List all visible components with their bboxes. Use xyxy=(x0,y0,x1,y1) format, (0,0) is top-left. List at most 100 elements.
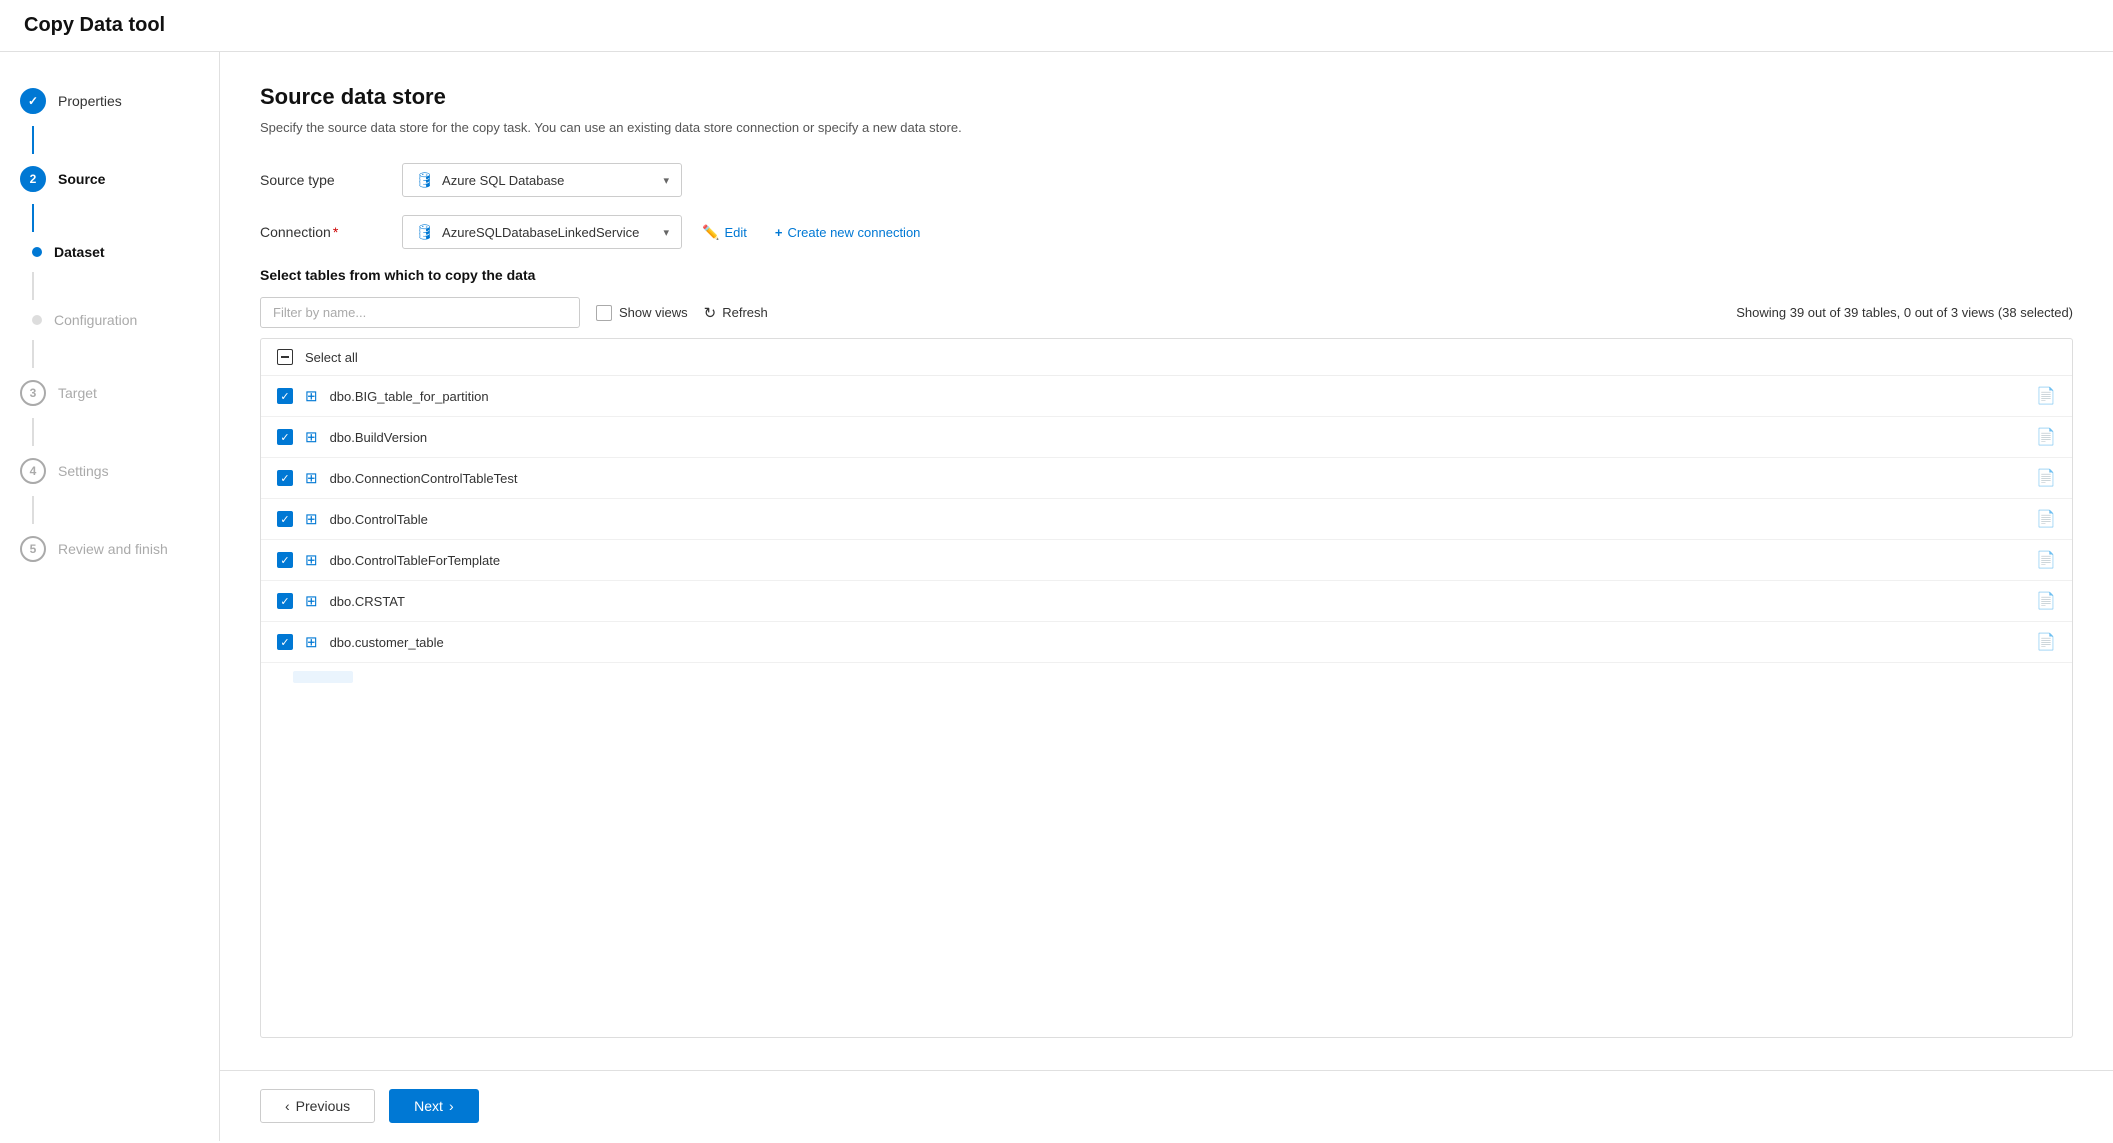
plus-icon: + xyxy=(775,225,783,240)
sidebar: ✓ Properties 2 Source Dataset Configurat… xyxy=(0,52,220,1141)
table-row[interactable]: ✓ ⊞ dbo.customer_table 📄 xyxy=(261,622,2072,663)
edit-label: Edit xyxy=(724,225,746,240)
sidebar-item-dataset[interactable]: Dataset xyxy=(0,232,219,272)
source-type-label: Source type xyxy=(260,172,390,188)
table-doc-icon-4[interactable]: 📄 xyxy=(2036,550,2056,570)
table-name-6: dbo.customer_table xyxy=(330,635,2025,650)
table-grid-icon-6: ⊞ xyxy=(305,633,318,651)
select-all-label: Select all xyxy=(305,350,358,365)
create-connection-link[interactable]: + Create new connection xyxy=(767,221,929,244)
refresh-label: Refresh xyxy=(722,305,768,320)
table-doc-icon-0[interactable]: 📄 xyxy=(2036,386,2056,406)
table-grid-icon-4: ⊞ xyxy=(305,551,318,569)
table-checkbox-6[interactable]: ✓ xyxy=(277,634,293,650)
table-row[interactable]: ✓ ⊞ dbo.CRSTAT 📄 xyxy=(261,581,2072,622)
main-content: Source data store Specify the source dat… xyxy=(220,52,2113,1070)
connection-select[interactable]: 🛢 AzureSQLDatabaseLinkedService ▾ xyxy=(402,215,682,249)
table-status: Showing 39 out of 39 tables, 0 out of 3 … xyxy=(1736,305,2073,320)
table-grid-icon-5: ⊞ xyxy=(305,592,318,610)
sidebar-item-target[interactable]: 3 Target xyxy=(0,368,219,418)
sidebar-item-configuration[interactable]: Configuration xyxy=(0,300,219,340)
table-row[interactable]: ✓ ⊞ dbo.BIG_table_for_partition 📄 xyxy=(261,376,2072,417)
previous-button[interactable]: ‹ Previous xyxy=(260,1089,375,1123)
page-description: Specify the source data store for the co… xyxy=(260,120,2073,135)
show-views-checkbox[interactable] xyxy=(596,305,612,321)
sidebar-label-target: Target xyxy=(58,385,97,401)
table-doc-icon-3[interactable]: 📄 xyxy=(2036,509,2056,529)
prev-arrow-icon: ‹ xyxy=(285,1098,290,1114)
tables-list: Select all ✓ ⊞ dbo.BIG_table_for_partiti… xyxy=(260,338,2073,1038)
table-checkbox-0[interactable]: ✓ xyxy=(277,388,293,404)
connector-6 xyxy=(32,496,34,524)
table-name-5: dbo.CRSTAT xyxy=(330,594,2025,609)
step-circle-properties: ✓ xyxy=(20,88,46,114)
table-toolbar: Show views ↻ Refresh Showing 39 out of 3… xyxy=(260,297,2073,328)
source-type-value: Azure SQL Database xyxy=(442,173,564,188)
step-circle-review: 5 xyxy=(20,536,46,562)
table-name-3: dbo.ControlTable xyxy=(330,512,2025,527)
next-arrow-icon: › xyxy=(449,1098,454,1114)
sidebar-item-properties[interactable]: ✓ Properties xyxy=(0,76,219,126)
table-grid-icon-3: ⊞ xyxy=(305,510,318,528)
next-button[interactable]: Next › xyxy=(389,1089,478,1123)
sidebar-label-configuration: Configuration xyxy=(54,312,137,328)
show-views-label: Show views xyxy=(619,305,688,320)
table-row[interactable]: ✓ ⊞ dbo.ControlTableForTemplate 📄 xyxy=(261,540,2072,581)
sidebar-label-dataset: Dataset xyxy=(54,244,105,260)
app-title: Copy Data tool xyxy=(0,0,2113,52)
sidebar-item-settings[interactable]: 4 Settings xyxy=(0,446,219,496)
previous-label: Previous xyxy=(296,1098,350,1114)
sidebar-item-review[interactable]: 5 Review and finish xyxy=(0,524,219,574)
step-circle-target: 3 xyxy=(20,380,46,406)
table-grid-icon-0: ⊞ xyxy=(305,387,318,405)
connection-row: Connection* 🛢 AzureSQLDatabaseLinkedServ… xyxy=(260,215,2073,249)
table-checkbox-3[interactable]: ✓ xyxy=(277,511,293,527)
table-checkbox-5[interactable]: ✓ xyxy=(277,593,293,609)
scroll-indicator xyxy=(261,663,2072,691)
connector-2 xyxy=(32,204,34,232)
refresh-icon: ↻ xyxy=(704,304,717,322)
table-doc-icon-5[interactable]: 📄 xyxy=(2036,591,2056,611)
filter-input[interactable] xyxy=(260,297,580,328)
footer: ‹ Previous Next › xyxy=(220,1070,2113,1141)
table-doc-icon-2[interactable]: 📄 xyxy=(2036,468,2056,488)
sidebar-item-source[interactable]: 2 Source xyxy=(0,154,219,204)
table-name-2: dbo.ConnectionControlTableTest xyxy=(330,471,2025,486)
sidebar-label-properties: Properties xyxy=(58,93,122,109)
table-checkbox-2[interactable]: ✓ xyxy=(277,470,293,486)
connection-label: Connection* xyxy=(260,224,390,240)
edit-icon: ✏️ xyxy=(702,224,719,241)
edit-link[interactable]: ✏️ Edit xyxy=(694,220,755,245)
sidebar-label-source: Source xyxy=(58,171,105,187)
refresh-button[interactable]: ↻ Refresh xyxy=(704,304,768,322)
table-row[interactable]: ✓ ⊞ dbo.BuildVersion 📄 xyxy=(261,417,2072,458)
table-name-1: dbo.BuildVersion xyxy=(330,430,2025,445)
table-row[interactable]: ✓ ⊞ dbo.ControlTable 📄 xyxy=(261,499,2072,540)
table-name-4: dbo.ControlTableForTemplate xyxy=(330,553,2025,568)
step-circle-settings: 4 xyxy=(20,458,46,484)
table-grid-icon-1: ⊞ xyxy=(305,428,318,446)
table-checkbox-4[interactable]: ✓ xyxy=(277,552,293,568)
sidebar-label-settings: Settings xyxy=(58,463,109,479)
connection-value: AzureSQLDatabaseLinkedService xyxy=(442,225,639,240)
connector-5 xyxy=(32,418,34,446)
source-type-select[interactable]: 🛢 Azure SQL Database ▾ xyxy=(402,163,682,197)
connector-4 xyxy=(32,340,34,368)
page-title: Source data store xyxy=(260,84,2073,110)
select-all-checkbox[interactable] xyxy=(277,349,293,365)
table-grid-icon-2: ⊞ xyxy=(305,469,318,487)
show-views-toggle[interactable]: Show views xyxy=(596,305,688,321)
table-doc-icon-6[interactable]: 📄 xyxy=(2036,632,2056,652)
chevron-down-icon-source: ▾ xyxy=(663,174,669,187)
select-all-row[interactable]: Select all xyxy=(261,339,2072,376)
next-label: Next xyxy=(414,1098,443,1114)
connector-3 xyxy=(32,272,34,300)
table-row[interactable]: ✓ ⊞ dbo.ConnectionControlTableTest 📄 xyxy=(261,458,2072,499)
table-name-0: dbo.BIG_table_for_partition xyxy=(330,389,2025,404)
db-icon-connection: 🛢 xyxy=(415,223,434,241)
select-tables-label: Select tables from which to copy the dat… xyxy=(260,267,2073,283)
source-type-row: Source type 🛢 Azure SQL Database ▾ xyxy=(260,163,2073,197)
table-doc-icon-1[interactable]: 📄 xyxy=(2036,427,2056,447)
table-checkbox-1[interactable]: ✓ xyxy=(277,429,293,445)
step-circle-source: 2 xyxy=(20,166,46,192)
